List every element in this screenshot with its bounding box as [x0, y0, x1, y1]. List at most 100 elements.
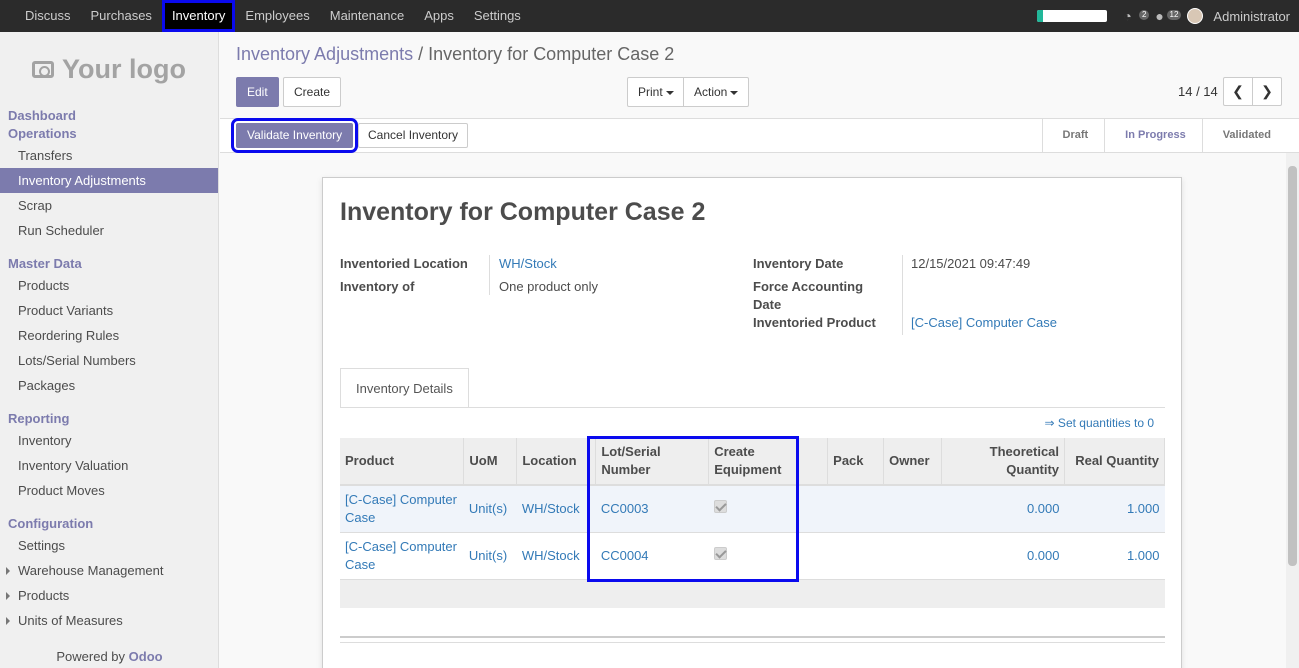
top-navbar: Discuss Purchases Inventory Employees Ma…	[0, 0, 1299, 32]
status-stages: Draft In Progress Validated	[1041, 119, 1288, 152]
avatar[interactable]	[1187, 8, 1204, 24]
create-button[interactable]: Create	[283, 77, 342, 107]
stage-in-progress[interactable]: In Progress	[1104, 119, 1202, 152]
cell-uom[interactable]: Unit(s)	[463, 484, 517, 532]
column-header-owner[interactable]: Owner	[883, 438, 943, 486]
column-header-real-quantity[interactable]: Real Quantity	[1064, 438, 1165, 486]
logo-text: Your logo	[62, 54, 186, 84]
stage-validated[interactable]: Validated	[1201, 119, 1287, 152]
menu-settings[interactable]: Settings	[464, 0, 531, 32]
caret-right-icon	[6, 592, 10, 600]
powered-prefix: Powered by	[56, 649, 126, 664]
sidebar-item-units-of-measures[interactable]: Units of Measures	[0, 608, 218, 633]
powered-by: Powered by Odoo	[0, 649, 219, 664]
cell-theoretical-quantity[interactable]: 0.000	[941, 531, 1065, 579]
breadcrumb-parent-link[interactable]: Inventory Adjustments	[236, 44, 413, 64]
column-header-location[interactable]: Location	[516, 438, 597, 486]
sidebar-item-label: Warehouse Management	[18, 563, 164, 578]
breadcrumb-separator: /	[418, 44, 424, 64]
sidebar-item-settings[interactable]: Settings	[0, 533, 218, 558]
column-header-blank	[798, 438, 829, 486]
cell-product[interactable]: [C-Case] Computer Case	[340, 531, 464, 579]
sidebar-item-reordering-rules[interactable]: Reordering Rules	[0, 323, 218, 348]
cell-location[interactable]: WH/Stock	[516, 531, 596, 579]
cell-real-quantity[interactable]: 1.000	[1064, 484, 1165, 532]
sidebar-item-product-moves[interactable]: Product Moves	[0, 478, 218, 503]
field-divider	[489, 255, 490, 295]
messages-badge: 12	[1166, 10, 1182, 20]
menu-maintenance[interactable]: Maintenance	[320, 0, 414, 32]
sidebar-item-warehouse-management[interactable]: Warehouse Management	[0, 558, 218, 583]
highlight-lot-columns	[587, 436, 799, 582]
tab-divider	[340, 407, 1165, 408]
cell-theoretical-quantity[interactable]: 0.000	[941, 484, 1065, 532]
cell-real-quantity[interactable]: 1.000	[1064, 531, 1165, 579]
sidebar-section-operations: Operations	[8, 126, 77, 141]
sidebar-item-config-products[interactable]: Products	[0, 583, 218, 608]
print-label: Print	[638, 85, 663, 99]
status-bar: Validate Inventory Cancel Inventory Draf…	[220, 118, 1299, 153]
sidebar-item-scrap[interactable]: Scrap	[0, 193, 218, 218]
inventoried-product-link[interactable]: [C-Case] Computer Case	[911, 314, 1057, 332]
sidebar-item-run-scheduler[interactable]: Run Scheduler	[0, 218, 218, 243]
cancel-inventory-button[interactable]: Cancel Inventory	[358, 123, 469, 148]
action-dropdown[interactable]: Action	[683, 77, 750, 107]
cell-blank	[798, 531, 828, 579]
empty-cell	[340, 578, 1165, 608]
sidebar-item-inventory-valuation[interactable]: Inventory Valuation	[0, 453, 218, 478]
scrollbar-thumb[interactable]	[1288, 166, 1297, 566]
cell-product[interactable]: [C-Case] Computer Case	[340, 484, 464, 532]
validate-inventory-button[interactable]: Validate Inventory	[230, 118, 359, 153]
print-dropdown[interactable]: Print	[627, 77, 685, 107]
form-scrollbar[interactable]	[1286, 153, 1299, 668]
sidebar-item-inventory-adjustments[interactable]: Inventory Adjustments	[0, 168, 218, 193]
menu-employees[interactable]: Employees	[235, 0, 319, 32]
menu-discuss[interactable]: Discuss	[0, 0, 81, 32]
stage-draft[interactable]: Draft	[1041, 119, 1105, 152]
cell-owner	[883, 531, 942, 579]
sidebar-item-transfers[interactable]: Transfers	[0, 143, 218, 168]
chat-icon[interactable]: ◔ 2	[1123, 8, 1150, 24]
sidebar-item-label: Products	[18, 588, 70, 603]
column-header-pack[interactable]: Pack	[827, 438, 885, 486]
sidebar-item-product-variants[interactable]: Product Variants	[0, 298, 218, 323]
company-logo[interactable]: Your logo	[0, 32, 218, 107]
progress-fill	[1037, 10, 1044, 22]
main-content: Inventory Adjustments / Inventory for Co…	[220, 32, 1299, 668]
inventory-of-label: Inventory of	[340, 279, 415, 294]
column-header-product[interactable]: Product	[340, 438, 465, 486]
sidebar-section-reporting: Reporting	[8, 411, 70, 426]
messages-icon[interactable]: ● 12	[1155, 8, 1182, 24]
breadcrumb-current: Inventory for Computer Case 2	[428, 44, 675, 64]
powered-brand-link[interactable]: Odoo	[129, 649, 163, 664]
set-quantities-link[interactable]: ⇒ Set quantities to 0	[1045, 416, 1154, 430]
sidebar-item-products[interactable]: Products	[0, 273, 218, 298]
edit-button[interactable]: Edit	[236, 77, 279, 107]
cell-uom[interactable]: Unit(s)	[463, 531, 517, 579]
cell-pack	[827, 531, 884, 579]
sidebar-section-dashboard[interactable]: Dashboard	[0, 107, 218, 125]
column-header-uom[interactable]: UoM	[463, 438, 518, 486]
menu-apps[interactable]: Apps	[414, 0, 464, 32]
cell-location[interactable]: WH/Stock	[516, 484, 596, 532]
pager-next-button[interactable]: ❯	[1252, 77, 1282, 106]
force-accounting-date-label: Force Accounting Date	[753, 279, 864, 312]
user-menu[interactable]: Administrator	[1213, 9, 1290, 24]
menu-inventory[interactable]: Inventory	[161, 0, 236, 32]
column-header-theoretical-quantity[interactable]: Theoretical Quantity	[941, 438, 1066, 486]
table-empty-row	[340, 578, 1165, 608]
sidebar-item-inventory-report[interactable]: Inventory	[0, 428, 218, 453]
cell-owner	[883, 484, 942, 532]
sidebar-item-packages[interactable]: Packages	[0, 373, 218, 398]
field-divider	[902, 255, 903, 335]
sidebar-item-lots-serial-numbers[interactable]: Lots/Serial Numbers	[0, 348, 218, 373]
pager-previous-button[interactable]: ❮	[1223, 77, 1253, 106]
inventoried-location-link[interactable]: WH/Stock	[499, 255, 557, 273]
menu-purchases[interactable]: Purchases	[81, 0, 162, 32]
tab-inventory-details[interactable]: Inventory Details	[340, 368, 469, 408]
form-view: Inventory for Computer Case 2 Inventorie…	[220, 153, 1285, 668]
pager-value[interactable]: 14 / 14	[1178, 84, 1218, 99]
sidebar-item-label: Units of Measures	[18, 613, 123, 628]
inventory-of-value: One product only	[499, 279, 599, 294]
onboarding-progress-bar[interactable]	[1037, 10, 1108, 22]
